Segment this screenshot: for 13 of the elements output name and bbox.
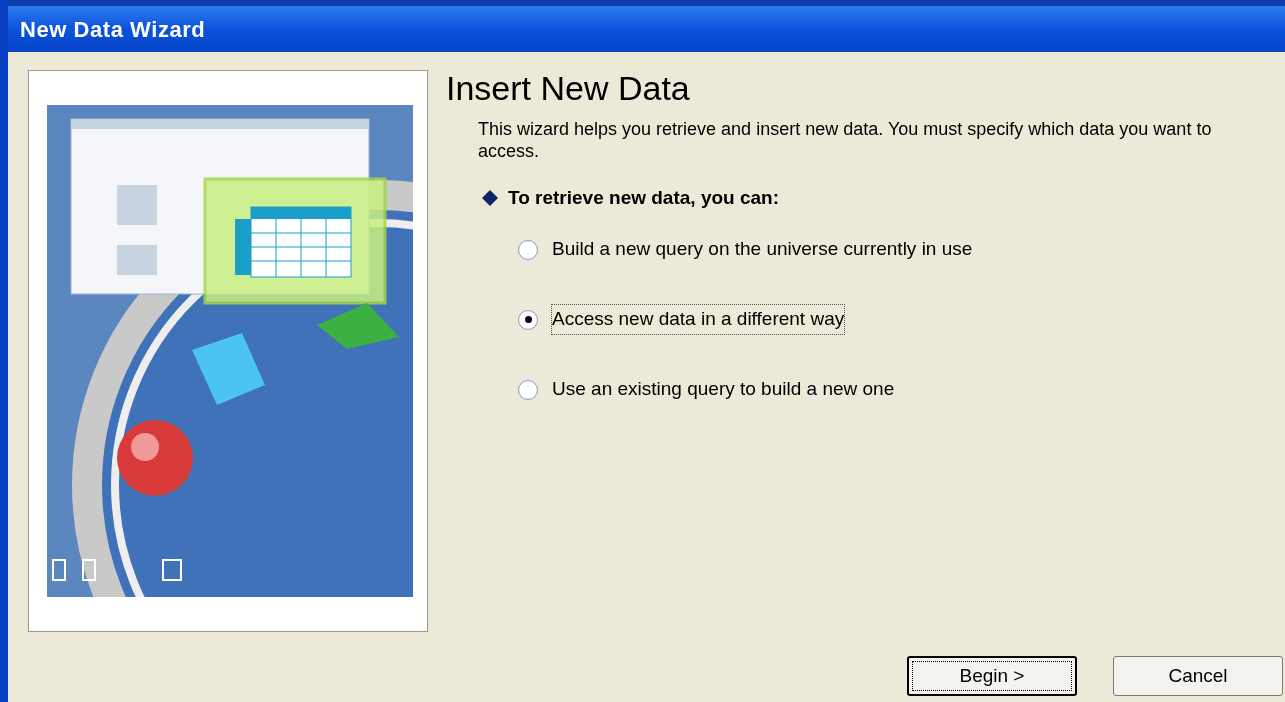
page-heading: Insert New Data: [446, 68, 691, 108]
option-label[interactable]: Use an existing query to build a new one: [552, 375, 895, 404]
option-label[interactable]: Access new data in a different way: [552, 305, 845, 334]
dialog-button[interactable]: Begin >: [907, 656, 1077, 696]
description-text: This wizard helps you retrieve and insert new data. You must specify which data you want to access.: [478, 118, 1213, 162]
radio-button[interactable]: [518, 379, 538, 400]
dialog-button[interactable]: Cancel: [1113, 656, 1283, 696]
option-label[interactable]: Build a new query on the universe currently in use: [552, 235, 973, 264]
diamond-bullet-icon: [482, 190, 498, 207]
radio-button[interactable]: [518, 239, 538, 260]
section-label: To retrieve new data, you can:: [508, 186, 779, 210]
radio-button[interactable]: [518, 309, 538, 330]
window-title: New Data Wizard: [20, 15, 206, 44]
